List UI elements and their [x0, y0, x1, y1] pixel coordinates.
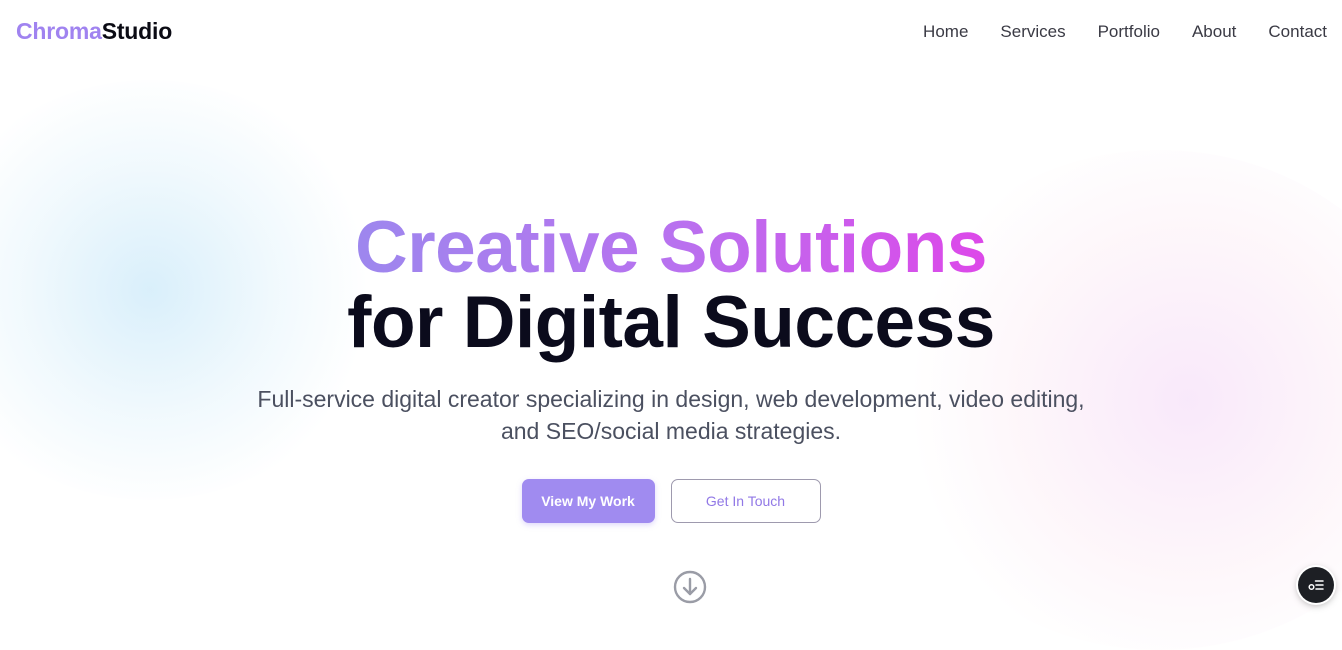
get-in-touch-button[interactable]: Get In Touch — [670, 479, 821, 523]
nav-menu: Home Services Portfolio About Contact — [923, 22, 1327, 42]
brand-logo[interactable]: ChromaStudio — [16, 18, 172, 45]
hero-section: Creative Solutions for Digital Success F… — [0, 205, 1342, 523]
hero-subtitle: Full-service digital creator specializin… — [257, 386, 1085, 444]
nav-link-about[interactable]: About — [1192, 22, 1236, 42]
nav-link-portfolio[interactable]: Portfolio — [1098, 22, 1160, 42]
nav-link-contact[interactable]: Contact — [1268, 22, 1327, 42]
toggle-list-icon[interactable] — [1298, 567, 1334, 603]
brand-name-part2: Studio — [101, 18, 173, 44]
hero-cta-group: View My Work Get In Touch — [0, 479, 1342, 523]
view-my-work-button[interactable]: View My Work — [521, 479, 655, 523]
hero-title-line2: for Digital Success — [347, 282, 995, 363]
nav-link-home[interactable]: Home — [923, 22, 968, 42]
arrow-down-circle-icon[interactable] — [673, 570, 707, 604]
page: ChromaStudio Home Services Portfolio Abo… — [0, 0, 1342, 650]
top-navbar: ChromaStudio Home Services Portfolio Abo… — [0, 0, 1342, 64]
hero-title-line1: Creative Solutions — [355, 205, 987, 291]
nav-link-services[interactable]: Services — [1000, 22, 1065, 42]
hero-title: Creative Solutions for Digital Success — [0, 205, 1342, 363]
brand-name-part1: Chroma — [16, 18, 102, 44]
